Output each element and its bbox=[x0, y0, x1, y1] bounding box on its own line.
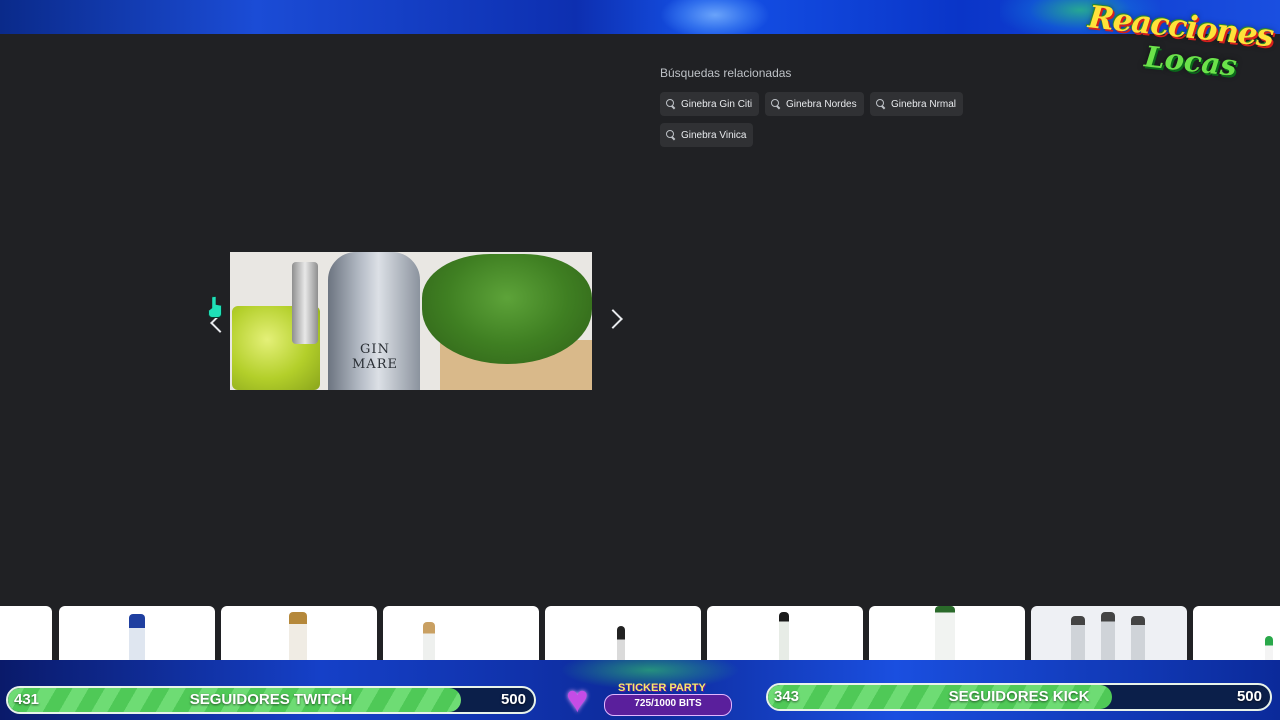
search-icon bbox=[666, 99, 676, 109]
bottle-thumbnail bbox=[1131, 616, 1145, 660]
product-tile[interactable] bbox=[1031, 606, 1187, 660]
search-icon bbox=[876, 99, 886, 109]
related-chip-gin-citi[interactable]: Ginebra Gin Citi bbox=[660, 92, 760, 116]
sticker-party-goal: ♥ STICKER PARTY 725/1000 BITS bbox=[566, 679, 732, 720]
bottle-thumbnail bbox=[779, 612, 789, 660]
logo-line2: Locas bbox=[1142, 39, 1239, 83]
product-tile[interactable] bbox=[869, 606, 1025, 660]
bottle-label: GIN MARE bbox=[352, 342, 398, 372]
carousel-image[interactable]: GIN MARE bbox=[230, 252, 592, 390]
product-tile[interactable] bbox=[383, 606, 539, 660]
related-chip-vinica[interactable]: Ginebra Vinica bbox=[660, 123, 754, 147]
bottle-thumbnail bbox=[129, 614, 145, 660]
product-tile[interactable] bbox=[59, 606, 215, 660]
chip-label: Ginebra Vinica bbox=[681, 129, 747, 141]
carousel-next-arrow-icon[interactable] bbox=[604, 304, 624, 334]
search-icon bbox=[771, 99, 781, 109]
bottle-thumbnail bbox=[1265, 636, 1273, 660]
product-tile[interactable] bbox=[545, 606, 701, 660]
product-tile[interactable] bbox=[221, 606, 377, 660]
goal-label: SEGUIDORES KICK bbox=[948, 688, 1090, 705]
related-chip-nordes[interactable]: Ginebra Nordes bbox=[765, 92, 864, 116]
sticker-bits: 725/1000 BITS bbox=[634, 698, 702, 709]
bottle-thumbnail bbox=[617, 626, 625, 660]
twitch-followers-goal: 431 SEGUIDORES TWITCH 500 bbox=[6, 686, 536, 714]
bottle-thumbnail bbox=[289, 612, 307, 660]
chip-label: Ginebra Gin Citi bbox=[681, 98, 753, 110]
bottle-thumbnail bbox=[935, 606, 955, 660]
kick-followers-goal: 343 SEGUIDORES KICK 500 bbox=[766, 683, 1272, 711]
chip-label: Ginebra Nrmal bbox=[891, 98, 957, 110]
search-icon bbox=[666, 130, 676, 140]
sticker-title: STICKER PARTY bbox=[618, 682, 706, 694]
product-tile[interactable] bbox=[1193, 606, 1280, 660]
bottle-thumbnail bbox=[1101, 612, 1115, 660]
bottle-thumbnail bbox=[423, 622, 435, 660]
product-strip bbox=[0, 606, 1280, 660]
basil-bowl bbox=[422, 254, 592, 364]
bottle-thumbnail bbox=[1071, 616, 1085, 660]
channel-logo: Reacciones Locas bbox=[1082, 0, 1280, 96]
product-tile[interactable] bbox=[0, 606, 52, 660]
product-tile[interactable] bbox=[707, 606, 863, 660]
hand-cursor-icon bbox=[208, 296, 222, 318]
related-chip-nrmal[interactable]: Ginebra Nrmal bbox=[870, 92, 964, 116]
shaker bbox=[292, 262, 318, 344]
chip-label: Ginebra Nordes bbox=[786, 98, 857, 110]
goal-target: 500 bbox=[1236, 688, 1262, 705]
banner-swirl bbox=[660, 0, 770, 34]
related-searches-title: Búsquedas relacionadas bbox=[660, 66, 792, 80]
goal-target: 500 bbox=[500, 691, 526, 708]
goal-label: SEGUIDORES TWITCH bbox=[189, 691, 353, 708]
heart-icon: ♥ bbox=[566, 679, 589, 720]
